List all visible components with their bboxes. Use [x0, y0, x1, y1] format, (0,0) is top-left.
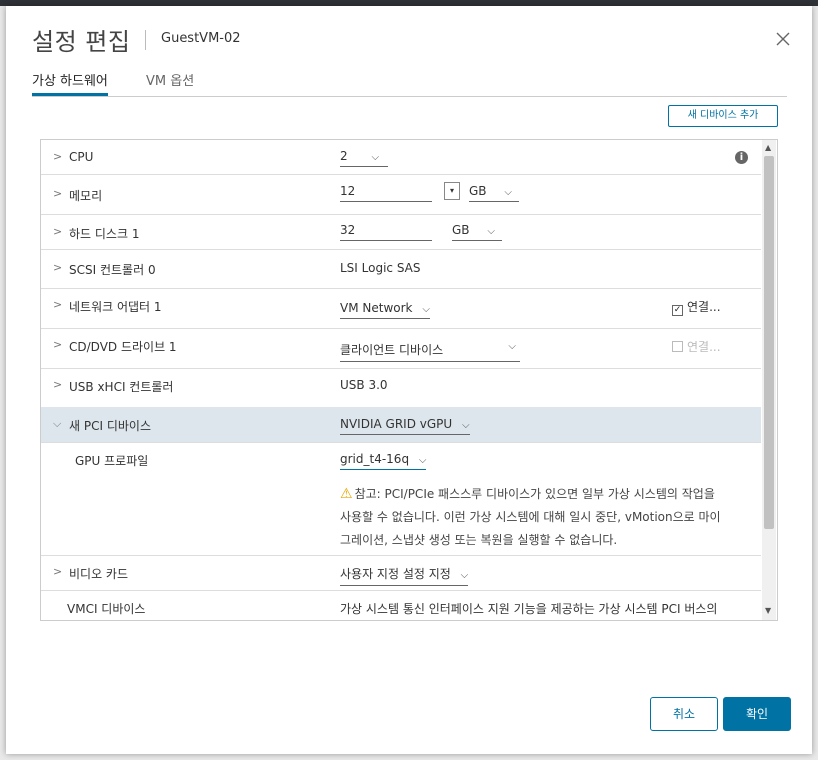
- row-hard-disk: > 하드 디스크 1 32 GB ⌵: [41, 214, 761, 250]
- hardware-table: > CPU 2 ⌵ i > 메모리 12 ▾ GB ⌵ > 하드 디스크 1 3…: [40, 139, 778, 621]
- scsi-label: SCSI 컨트롤러 0: [69, 263, 156, 277]
- vm-name: GuestVM-02: [161, 31, 241, 46]
- cdrom-connect-label: 연결...: [687, 340, 721, 354]
- checkmark-icon: ✓: [672, 305, 683, 316]
- memory-unit: GB: [469, 184, 487, 198]
- close-icon[interactable]: [772, 28, 794, 50]
- pci-label: 새 PCI 디바이스: [69, 419, 151, 433]
- note-line-3: 그레이션, 스냅샷 생성 또는 복원을 실행할 수 없습니다.: [340, 533, 618, 547]
- hard-disk-unit: GB: [452, 223, 470, 237]
- scroll-up-arrow-icon[interactable]: ▲: [765, 143, 771, 152]
- cdrom-label: CD/DVD 드라이브 1: [69, 340, 177, 354]
- row-network-adapter: > 네트워크 어댑터 1 VM Network ⌵ ✓ 연결...: [41, 288, 761, 329]
- pci-device-select[interactable]: NVIDIA GRID vGPU ⌵: [340, 417, 470, 435]
- memory-unit-select[interactable]: GB ⌵: [469, 184, 519, 202]
- hard-disk-input[interactable]: 32: [340, 223, 432, 241]
- row-cpu: > CPU 2 ⌵ i: [41, 140, 761, 175]
- chevron-right-icon[interactable]: >: [53, 187, 62, 200]
- memory-input[interactable]: 12: [340, 184, 432, 202]
- pci-value: NVIDIA GRID vGPU: [340, 417, 453, 431]
- gpu-profile-value: grid_t4-16q: [340, 452, 410, 466]
- usb-value: USB 3.0: [340, 378, 388, 392]
- chevron-down-icon: ⌵: [371, 152, 380, 163]
- add-new-device-button[interactable]: 새 디바이스 추가: [668, 105, 778, 127]
- vmci-description: 가상 시스템 통신 인터페이스 지원 기능을 제공하는 가상 시스템 PCI 버…: [340, 602, 718, 616]
- network-value: VM Network: [340, 301, 413, 315]
- background-bottom: [0, 754, 818, 760]
- cdrom-select[interactable]: 클라이언트 디바이스 ⌵: [340, 341, 520, 362]
- chevron-down-icon: ⌵: [418, 455, 427, 466]
- cpu-select[interactable]: 2 ⌵: [340, 149, 388, 167]
- dialog-title: 설정 편집: [32, 28, 131, 56]
- chevron-down-icon: ⌵: [508, 341, 516, 352]
- chevron-down-icon: ⌵: [422, 304, 430, 315]
- usb-label: USB xHCI 컨트롤러: [69, 380, 174, 394]
- scsi-value: LSI Logic SAS: [340, 261, 421, 275]
- chevron-down-icon: ⌵: [487, 226, 495, 237]
- video-card-label: 비디오 카드: [69, 567, 129, 581]
- vmci-label: VMCI 디바이스: [67, 602, 146, 616]
- hard-disk-label: 하드 디스크 1: [69, 227, 140, 241]
- note-line-2: 사용할 수 없습니다. 이런 가상 시스템에 대해 일시 중단, vMotion…: [340, 510, 721, 524]
- warning-icon: ⚠: [340, 486, 353, 502]
- video-card-value: 사용자 지정 설정 지정: [340, 567, 451, 581]
- cpu-label: CPU: [69, 150, 94, 164]
- gpu-profile-select[interactable]: grid_t4-16q ⌵: [340, 452, 427, 470]
- gpu-profile-label: GPU 프로파일: [75, 454, 149, 468]
- cpu-value: 2: [340, 149, 348, 163]
- chevron-right-icon[interactable]: >: [53, 261, 62, 274]
- chevron-right-icon[interactable]: >: [53, 298, 62, 311]
- memory-unit-dropdown-button[interactable]: ▾: [444, 182, 460, 200]
- cancel-button[interactable]: 취소: [650, 697, 718, 731]
- tab-vm-options[interactable]: VM 옵션: [146, 70, 194, 95]
- tab-bar: 가상 하드웨어 VM 옵션: [32, 70, 787, 97]
- memory-label: 메모리: [69, 189, 103, 203]
- chevron-down-icon: ⌵: [462, 420, 470, 431]
- info-icon[interactable]: i: [735, 151, 748, 164]
- row-gpu-profile: GPU 프로파일 grid_t4-16q ⌵: [41, 442, 761, 477]
- network-select[interactable]: VM Network ⌵: [340, 301, 430, 319]
- row-cd-dvd-drive: > CD/DVD 드라이브 1 클라이언트 디바이스 ⌵ 연결...: [41, 328, 761, 369]
- row-pci-note: ⚠ 참고: PCI/PCIe 패스스루 디바이스가 있으면 일부 가상 시스템의 …: [41, 477, 761, 556]
- row-vmci-device: VMCI 디바이스 가상 시스템 통신 인터페이스 지원 기능을 제공하는 가상…: [41, 590, 761, 620]
- network-label: 네트워크 어댑터 1: [69, 300, 162, 314]
- network-connect-checkbox[interactable]: ✓ 연결...: [672, 298, 721, 316]
- tab-virtual-hardware[interactable]: 가상 하드웨어: [32, 70, 108, 96]
- cdrom-connect-checkbox[interactable]: 연결...: [672, 338, 721, 355]
- scroll-down-arrow-icon[interactable]: ▼: [765, 606, 771, 615]
- scrollbar-thumb[interactable]: [764, 156, 774, 529]
- chevron-right-icon[interactable]: >: [53, 150, 62, 163]
- chevron-right-icon[interactable]: >: [53, 378, 62, 391]
- checkbox-empty-icon: [672, 341, 683, 352]
- video-card-select[interactable]: 사용자 지정 설정 지정 ⌵: [340, 565, 469, 586]
- chevron-down-icon: ⌵: [460, 570, 469, 581]
- row-usb-controller: > USB xHCI 컨트롤러 USB 3.0: [41, 368, 761, 408]
- edit-settings-dialog: 설정 편집 GuestVM-02 가상 하드웨어 VM 옵션 새 디바이스 추가…: [6, 6, 812, 754]
- row-scsi-controller: > SCSI 컨트롤러 0 LSI Logic SAS: [41, 249, 761, 289]
- table-scrollbar[interactable]: ▲ ▼: [762, 140, 776, 620]
- hard-disk-unit-select[interactable]: GB ⌵: [452, 223, 502, 241]
- title-separator: [145, 30, 146, 50]
- chevron-right-icon[interactable]: >: [53, 565, 62, 578]
- cdrom-value: 클라이언트 디바이스: [340, 343, 444, 357]
- pci-passthrough-note: ⚠ 참고: PCI/PCIe 패스스루 디바이스가 있으면 일부 가상 시스템의 …: [340, 483, 755, 552]
- chevron-down-icon: ⌵: [504, 187, 512, 198]
- row-video-card: > 비디오 카드 사용자 지정 설정 지정 ⌵: [41, 555, 761, 591]
- note-line-1: 참고: PCI/PCIe 패스스루 디바이스가 있으면 일부 가상 시스템의 작…: [354, 487, 715, 501]
- chevron-right-icon[interactable]: >: [53, 338, 62, 351]
- chevron-right-icon[interactable]: >: [53, 225, 62, 238]
- row-memory: > 메모리 12 ▾ GB ⌵: [41, 174, 761, 215]
- network-connect-label: 연결...: [687, 300, 721, 314]
- chevron-down-icon[interactable]: ⌵: [53, 417, 61, 431]
- row-new-pci-device[interactable]: ⌵ 새 PCI 디바이스 NVIDIA GRID vGPU ⌵: [41, 407, 761, 443]
- ok-button[interactable]: 확인: [723, 697, 791, 731]
- background-right: [812, 6, 818, 760]
